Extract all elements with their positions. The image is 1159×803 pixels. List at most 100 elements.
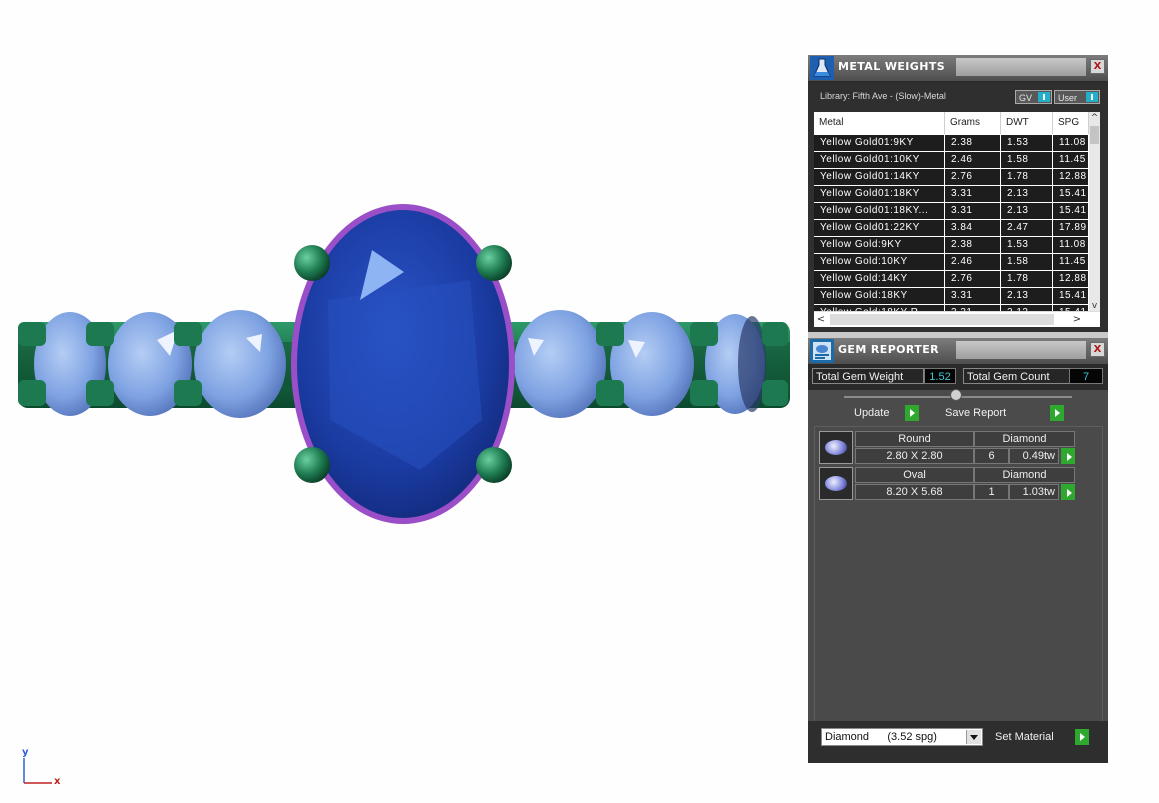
gem-weight: 0.49tw [1009,448,1059,464]
total-gem-count-label: Total Gem Count [963,368,1071,384]
gem-shape: Round [855,431,974,447]
metal-weights-panel: METAL WEIGHTS X Library: Fifth Ave - (Sl… [808,55,1108,333]
cell-spg: 15.41 [1053,288,1089,304]
total-gem-weight-label: Total Gem Weight [812,368,924,384]
cell-dwt: 1.58 [1001,152,1053,168]
cell-metal: Yellow Gold:14KY [814,271,945,287]
cell-metal: Yellow Gold:10KY [814,254,945,270]
cell-dwt: 2.13 [1001,203,1053,219]
scroll-left-icon[interactable]: < [814,312,828,327]
list-item[interactable]: Round Diamond 2.80 X 2.80 6 0.49tw [819,431,1077,465]
ring-render [18,204,790,784]
column-header-spg[interactable]: SPG [1053,112,1089,134]
cell-dwt: 1.78 [1001,169,1053,185]
cell-metal: Yellow Gold01:10KY [814,152,945,168]
scroll-up-icon[interactable]: ^ [1089,112,1100,124]
3d-viewport[interactable]: y x [0,0,800,799]
cell-metal: Yellow Gold01:9KY [814,135,945,151]
gem-reporter-panel: GEM REPORTER X Total Gem Weight 1.52 Tot… [808,338,1108,763]
cell-spg: 11.08 [1053,237,1089,253]
gem-material: Diamond [974,467,1075,483]
table-row[interactable]: Yellow Gold01:18KY 3.31 2.13 15.41 [814,186,1089,203]
gem-reporter-title: GEM REPORTER [838,343,939,356]
axis-x-label: x [54,776,61,787]
table-row[interactable]: Yellow Gold01:18KY... 3.31 2.13 15.41 [814,203,1089,220]
close-icon[interactable]: X [1090,59,1105,74]
cell-dwt: 1.53 [1001,237,1053,253]
column-header-grams[interactable]: Grams [945,112,1001,134]
cell-spg: 11.45 [1053,152,1089,168]
cell-dwt: 2.13 [1001,288,1053,304]
play-icon[interactable] [1061,448,1075,464]
cell-grams: 2.46 [945,254,1001,270]
cell-dwt: 1.53 [1001,135,1053,151]
round-gem-icon [819,431,853,464]
total-gem-count-value: 7 [1069,368,1103,384]
list-item[interactable]: Oval Diamond 8.20 X 5.68 1 1.03tw [819,467,1077,501]
play-icon [1050,405,1064,421]
axis-y-label: y [22,747,29,758]
table-row[interactable]: Yellow Gold:9KY 2.38 1.53 11.08 [814,237,1089,254]
column-header-dwt[interactable]: DWT [1001,112,1053,134]
cell-grams: 2.76 [945,271,1001,287]
cell-grams: 3.84 [945,220,1001,236]
cell-dwt: 1.58 [1001,254,1053,270]
gem-report-icon [810,339,834,363]
table-row[interactable]: Yellow Gold01:10KY 2.46 1.58 11.45 [814,152,1089,169]
flask-icon [810,56,834,80]
play-icon [1075,729,1089,745]
gem-list: Round Diamond 2.80 X 2.80 6 0.49tw Oval … [814,426,1103,723]
metal-weights-table: Metal Grams DWT SPG Yellow Gold01:9KY 2.3… [814,112,1100,327]
cell-grams: 2.46 [945,152,1001,168]
column-header-metal[interactable]: Metal [814,112,945,134]
table-body: Yellow Gold01:9KY 2.38 1.53 11.08 Yellow Gol… [814,135,1089,322]
horizontal-scrollbar[interactable]: < > [814,311,1100,327]
gem-weight: 1.03tw [1009,484,1059,500]
cell-spg: 11.45 [1053,254,1089,270]
table-row[interactable]: Yellow Gold01:22KY 3.84 2.47 17.89 [814,220,1089,237]
table-header: Metal Grams DWT SPG [814,112,1089,134]
play-icon [905,405,919,421]
gem-shape: Oval [855,467,974,483]
cell-metal: Yellow Gold:18KY [814,288,945,304]
cell-dwt: 2.47 [1001,220,1053,236]
cell-grams: 2.76 [945,169,1001,185]
gem-count: 1 [974,484,1009,500]
cell-metal: Yellow Gold01:14KY [814,169,945,185]
table-row[interactable]: Yellow Gold:14KY 2.76 1.78 12.88 [814,271,1089,288]
gv-toggle[interactable]: GV [1015,90,1052,104]
update-button[interactable]: Update [851,405,919,421]
library-label: Library: Fifth Ave - (Slow)-Metal [820,91,946,101]
gem-reporter-titlebar[interactable]: GEM REPORTER X [808,338,1108,365]
cell-metal: Yellow Gold01:18KY [814,186,945,202]
user-toggle[interactable]: User [1054,90,1100,104]
cell-spg: 15.41 [1053,186,1089,202]
cell-spg: 17.89 [1053,220,1089,236]
size-slider-knob[interactable] [950,389,962,401]
material-select[interactable]: Diamond (3.52 spg) [821,728,983,746]
cell-grams: 2.38 [945,237,1001,253]
metal-weights-titlebar[interactable]: METAL WEIGHTS X [808,55,1108,82]
cell-metal: Yellow Gold:9KY [814,237,945,253]
cell-spg: 11.08 [1053,135,1089,151]
scroll-right-icon[interactable]: > [1070,312,1084,327]
cell-spg: 12.88 [1053,271,1089,287]
gem-size: 8.20 X 5.68 [855,484,974,500]
gem-count: 6 [974,448,1009,464]
gem-material: Diamond [974,431,1075,447]
table-row[interactable]: Yellow Gold:18KY 3.31 2.13 15.41 [814,288,1089,305]
save-report-button[interactable]: Save Report [942,405,1064,421]
table-row[interactable]: Yellow Gold01:14KY 2.76 1.78 12.88 [814,169,1089,186]
chevron-down-icon[interactable] [966,730,981,744]
cell-grams: 3.31 [945,186,1001,202]
set-material-button[interactable]: Set Material [993,729,1089,745]
table-row[interactable]: Yellow Gold:10KY 2.46 1.58 11.45 [814,254,1089,271]
close-icon[interactable]: X [1090,342,1105,357]
cell-grams: 3.31 [945,203,1001,219]
vertical-scrollbar[interactable]: ^ v [1089,112,1100,312]
play-icon[interactable] [1061,484,1075,500]
table-row[interactable]: Yellow Gold01:9KY 2.38 1.53 11.08 [814,135,1089,152]
cell-spg: 12.88 [1053,169,1089,185]
gem-size: 2.80 X 2.80 [855,448,974,464]
cell-spg: 15.41 [1053,203,1089,219]
